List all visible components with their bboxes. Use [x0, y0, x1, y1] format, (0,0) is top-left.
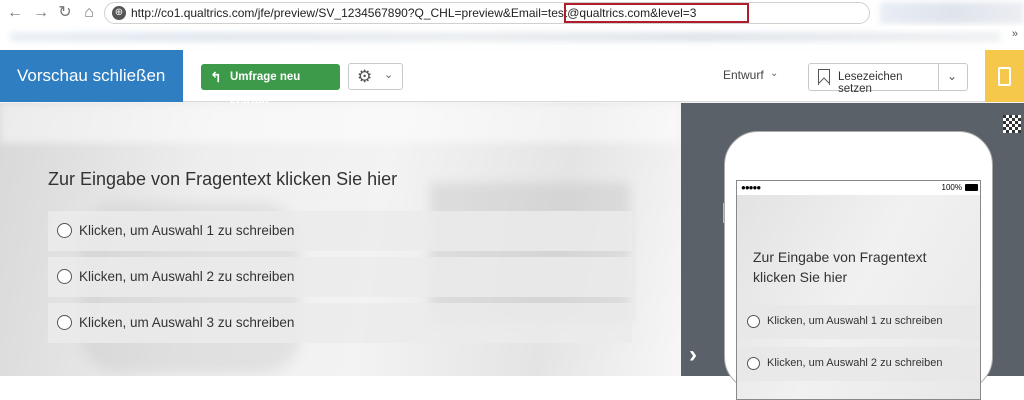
background-image: [430, 183, 630, 323]
choice-label: Klicken, um Auswahl 2 zu schreiben: [79, 269, 295, 284]
gear-icon: ⚙: [357, 67, 373, 86]
address-bar[interactable]: ⊕ http://co1.qualtrics.com/jfe/preview/S…: [104, 2, 941, 24]
choice-item[interactable]: Klicken, um Auswahl 1 zu schreiben: [48, 211, 632, 251]
bookmark-dropdown-button[interactable]: ⌄: [939, 63, 968, 91]
draft-selector[interactable]: Entwurf: [723, 68, 764, 82]
survey-preview: Zur Eingabe von Fragentext klicken Sie h…: [0, 103, 681, 376]
mobile-choice-label: Klicken, um Auswahl 1 zu schreiben: [767, 315, 943, 327]
mobile-preview-panel: ●●●●● 100% Zur Eingabe von Fragentext kl…: [681, 103, 1024, 400]
url-highlight-box: [564, 3, 749, 23]
mobile-choice-item[interactable]: Klicken, um Auswahl 1 zu schreiben: [737, 305, 980, 339]
question-text[interactable]: Zur Eingabe von Fragentext klicken Sie h…: [48, 169, 397, 190]
bookmark-label: Lesezeichen setzen: [838, 71, 903, 95]
preview-toolbar: Vorschau schließen ↰ Umfrage neu starten…: [0, 50, 1024, 109]
phone-status-bar: ●●●●● 100%: [737, 181, 980, 195]
radio-button[interactable]: [747, 315, 760, 328]
signal-strength: ●●●●●: [741, 183, 761, 192]
choice-item[interactable]: Klicken, um Auswahl 2 zu schreiben: [48, 257, 632, 297]
battery-icon: [965, 184, 978, 191]
radio-button[interactable]: [57, 315, 72, 330]
browser-chrome: ← → ↻ ⌂ ⊕ http://co1.qualtrics.com/jfe/p…: [0, 0, 1024, 50]
mobile-choice-label: Klicken, um Auswahl 2 zu schreiben: [767, 357, 943, 369]
reload-icon[interactable]: ↻: [56, 4, 74, 22]
phone-icon: [998, 67, 1011, 86]
choice-label: Klicken, um Auswahl 1 zu schreiben: [79, 223, 295, 238]
restart-survey-button[interactable]: ↰ Umfrage neu starten: [201, 64, 340, 109]
back-icon[interactable]: ←: [6, 4, 24, 22]
radio-button[interactable]: [57, 269, 72, 284]
chevron-down-icon: ⌄: [384, 69, 394, 81]
mobile-preview-toggle[interactable]: [985, 50, 1024, 102]
choice-item[interactable]: Klicken, um Auswahl 3 zu schreiben: [48, 303, 632, 343]
settings-dropdown[interactable]: ⚙ ⌄: [348, 63, 403, 90]
forward-icon[interactable]: →: [32, 4, 50, 22]
bookmark-button[interactable]: Lesezeichen setzen: [808, 63, 939, 95]
choice-label: Klicken, um Auswahl 3 zu schreiben: [79, 315, 295, 330]
bookmarks-bar: »: [0, 26, 1024, 50]
globe-icon: ⊕: [112, 6, 126, 20]
next-arrow-icon[interactable]: ›: [689, 341, 697, 369]
phone-frame: ●●●●● 100% Zur Eingabe von Fragentext kl…: [724, 131, 993, 400]
bookmarks-more-icon[interactable]: »: [1012, 28, 1018, 40]
radio-button[interactable]: [747, 357, 760, 370]
mobile-question-text[interactable]: Zur Eingabe von Fragentext klicken Sie h…: [753, 247, 973, 287]
background-image: [0, 103, 681, 143]
undo-arrow-icon: ↰: [210, 69, 222, 85]
blurred-bookmarks: [10, 32, 1000, 42]
phone-screen: ●●●●● 100% Zur Eingabe von Fragentext kl…: [736, 180, 981, 400]
close-preview-button[interactable]: Vorschau schließen: [0, 50, 183, 102]
chevron-down-icon: ⌄: [770, 68, 779, 79]
battery-percent: 100%: [941, 183, 962, 192]
blurred-extensions: [880, 2, 1024, 24]
bookmark-icon: [818, 69, 830, 85]
radio-button[interactable]: [57, 223, 72, 238]
chevron-down-icon: ⌄: [947, 69, 958, 83]
home-icon[interactable]: ⌂: [80, 4, 98, 22]
qr-code-icon[interactable]: [1003, 115, 1021, 133]
